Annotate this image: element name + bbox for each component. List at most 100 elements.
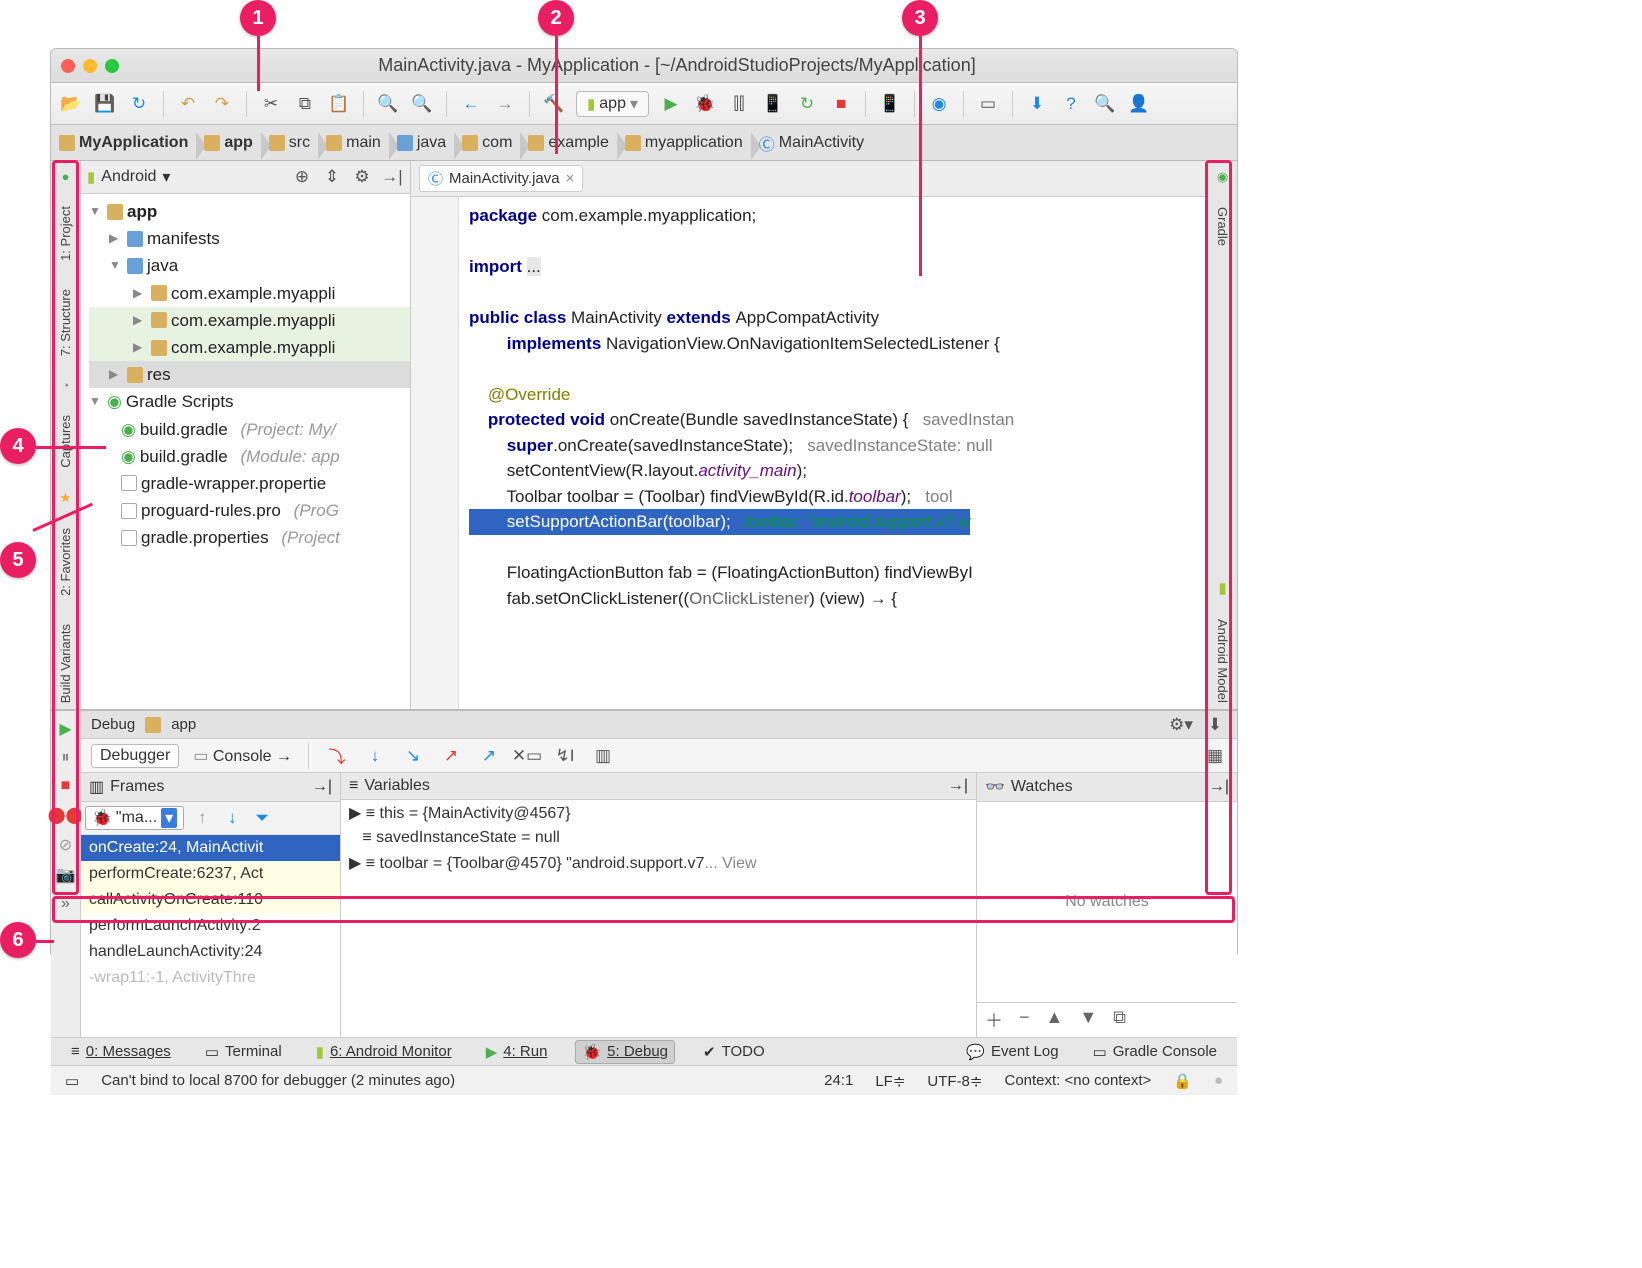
- more-icon[interactable]: »: [61, 895, 70, 913]
- tree-pkg2[interactable]: ▶com.example.myappli: [89, 307, 410, 334]
- paste-icon[interactable]: 📋: [327, 92, 351, 116]
- copy-icon[interactable]: ⧉: [293, 92, 317, 116]
- code-content[interactable]: package com.example.myapplication; impor…: [459, 197, 1207, 709]
- layout-icon[interactable]: ▭: [976, 92, 1000, 116]
- window-minimize-icon[interactable]: [83, 59, 97, 73]
- tab-project[interactable]: 1: Project: [56, 200, 75, 267]
- crumb-example[interactable]: example: [520, 130, 616, 156]
- frame-row[interactable]: callActivityOnCreate:110: [81, 887, 340, 913]
- attach-icon[interactable]: 📱: [761, 92, 785, 116]
- tab-favorites[interactable]: 2: Favorites: [56, 522, 75, 602]
- tab-structure[interactable]: 7: Structure: [56, 283, 75, 362]
- breakpoints-icon[interactable]: ⬤⬤: [48, 805, 84, 825]
- undo-icon[interactable]: ↶: [176, 92, 200, 116]
- collapse-icon[interactable]: ⇕: [320, 165, 344, 189]
- debug-tab-debugger[interactable]: Debugger: [91, 744, 179, 768]
- code-editor[interactable]: package com.example.myapplication; impor…: [411, 197, 1207, 709]
- watch-up-icon[interactable]: ▲: [1046, 1007, 1064, 1033]
- bt-debug[interactable]: 🐞 5: Debug: [575, 1040, 675, 1064]
- run-icon[interactable]: ▶: [659, 92, 683, 116]
- tree-gp[interactable]: gradle.properties (Project: [89, 524, 410, 551]
- debug-tab-console[interactable]: ▭ Console →: [193, 746, 292, 766]
- var-row[interactable]: ▶ ≡ toolbar = {Toolbar@4570} "android.su…: [341, 850, 976, 876]
- frame-up-icon[interactable]: ↑: [190, 806, 214, 830]
- crumb-java[interactable]: java: [389, 130, 454, 156]
- status-line-sep[interactable]: LF≑: [875, 1072, 905, 1090]
- window-close-icon[interactable]: [61, 59, 75, 73]
- tree-gwp[interactable]: gradle-wrapper.propertie: [89, 470, 410, 497]
- frame-down-icon[interactable]: ↓: [220, 806, 244, 830]
- step-into-icon[interactable]: ↓: [363, 744, 387, 768]
- profile-icon[interactable]: ⫿⫿: [727, 92, 751, 116]
- tree-pkg1[interactable]: ▶com.example.myappli: [89, 280, 410, 307]
- download-icon[interactable]: ⬇: [1025, 92, 1049, 116]
- watch-copy-icon[interactable]: ⧉: [1113, 1007, 1126, 1033]
- frame-row[interactable]: onCreate:24, MainActivit: [81, 835, 340, 861]
- status-encoding[interactable]: UTF-8≑: [927, 1072, 982, 1090]
- force-into-icon[interactable]: ↘: [401, 744, 425, 768]
- tree-pkg3[interactable]: ▶com.example.myappli: [89, 334, 410, 361]
- frame-row[interactable]: performCreate:6237, Act: [81, 861, 340, 887]
- download2-icon[interactable]: ⬇: [1203, 713, 1227, 737]
- bt-messages[interactable]: ≡ 0: Messages: [65, 1041, 177, 1062]
- debug-icon[interactable]: 🐞: [693, 92, 717, 116]
- eval-icon[interactable]: ↯I: [553, 744, 577, 768]
- tab-gradle[interactable]: Gradle: [1213, 201, 1232, 252]
- project-view-selector[interactable]: Android▾: [101, 167, 170, 187]
- frame-row[interactable]: performLaunchActivity:2: [81, 913, 340, 939]
- step-out-icon[interactable]: ↗: [439, 744, 463, 768]
- nav-back-icon[interactable]: ←: [459, 92, 483, 116]
- tree-java[interactable]: ▼java: [89, 252, 410, 279]
- calc-icon[interactable]: ▥: [591, 744, 615, 768]
- tree-bg1[interactable]: ◉build.gradle (Project: My/: [89, 416, 410, 443]
- step-over-icon[interactable]: ⤵: [325, 744, 349, 768]
- pause-icon[interactable]: ⏸: [61, 749, 69, 767]
- status-lock-icon[interactable]: 🔒: [1173, 1072, 1192, 1090]
- frame-row[interactable]: handleLaunchActivity:24: [81, 939, 340, 965]
- frame-filter-icon[interactable]: ⏷: [250, 806, 274, 830]
- project-tree[interactable]: ▼app ▶manifests ▼java ▶com.example.myapp…: [81, 194, 410, 555]
- vars-maximize-icon[interactable]: →|: [948, 777, 968, 795]
- cut-icon[interactable]: ✂: [259, 92, 283, 116]
- tab-captures[interactable]: Captures: [56, 409, 75, 474]
- run-to-icon[interactable]: ↗: [477, 744, 501, 768]
- sdk-icon[interactable]: ◉: [927, 92, 951, 116]
- gear-icon[interactable]: ⚙: [350, 165, 374, 189]
- camera-icon[interactable]: 📷: [56, 865, 76, 885]
- crumb-class[interactable]: ⒸMainActivity: [751, 127, 872, 159]
- crumb-src[interactable]: src: [261, 130, 318, 156]
- save-icon[interactable]: 💾: [93, 92, 117, 116]
- status-context[interactable]: Context: <no context>: [1004, 1072, 1151, 1089]
- user-icon[interactable]: 👤: [1127, 92, 1151, 116]
- bt-android-monitor[interactable]: ▮ 6: Android Monitor: [310, 1041, 458, 1063]
- layout-settings-icon[interactable]: ▦: [1203, 744, 1227, 768]
- crumb-package[interactable]: myapplication: [617, 130, 751, 156]
- variables-list[interactable]: ▶ ≡ this = {MainActivity@4567} ≡ savedIn…: [341, 800, 976, 876]
- watch-remove-icon[interactable]: −: [1019, 1007, 1030, 1033]
- tree-pg[interactable]: proguard-rules.pro (ProG: [89, 497, 410, 524]
- bt-event-log[interactable]: 💬 Event Log: [960, 1041, 1064, 1063]
- stop2-icon[interactable]: ■: [61, 777, 71, 795]
- window-zoom-icon[interactable]: [105, 59, 119, 73]
- sync-icon[interactable]: ↻: [127, 92, 151, 116]
- mute-bp-icon[interactable]: ⊘: [59, 835, 72, 855]
- target-icon[interactable]: ⊕: [290, 165, 314, 189]
- help-icon[interactable]: ?: [1059, 92, 1083, 116]
- var-row[interactable]: ≡ savedInstanceState = null: [341, 826, 976, 850]
- tree-res[interactable]: ▶res: [89, 361, 410, 388]
- nav-fwd-icon[interactable]: →: [493, 92, 517, 116]
- crumb-com[interactable]: com: [454, 130, 520, 156]
- status-caret-pos[interactable]: 24:1: [824, 1072, 853, 1089]
- redo-icon[interactable]: ↷: [210, 92, 234, 116]
- tree-bg2[interactable]: ◉build.gradle (Module: app: [89, 443, 410, 470]
- search-icon[interactable]: 🔍: [1093, 92, 1117, 116]
- gear-icon[interactable]: ⚙▾: [1169, 713, 1193, 737]
- frames-maximize-icon[interactable]: →|: [312, 778, 332, 796]
- status-circle-icon[interactable]: ●: [1214, 1072, 1223, 1089]
- build-icon[interactable]: 🔨: [542, 92, 566, 116]
- hide-icon[interactable]: →|: [380, 165, 404, 189]
- bt-gradle-console[interactable]: ▭ Gradle Console: [1087, 1041, 1223, 1063]
- bt-todo[interactable]: ✔ TODO: [697, 1041, 771, 1063]
- replace-icon[interactable]: 🔍: [410, 92, 434, 116]
- frame-row[interactable]: -wrap11:-1, ActivityThre: [81, 965, 340, 991]
